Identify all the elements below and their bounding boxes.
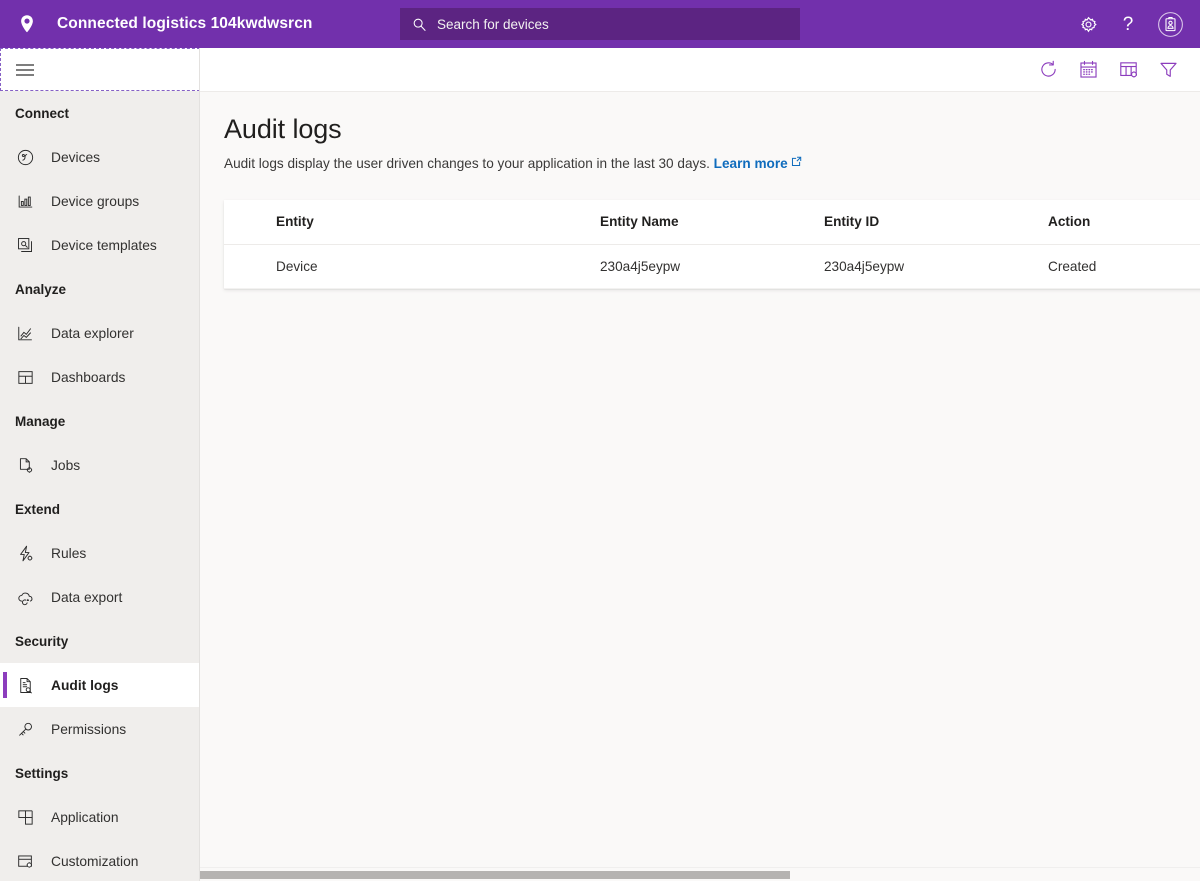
device-templates-icon	[15, 235, 35, 255]
nav-scroll-area: Connect Devices	[0, 91, 199, 881]
user-badge-icon	[1157, 11, 1184, 38]
cell-action: Created	[996, 244, 1200, 288]
sidebar-item-label: Rules	[51, 546, 86, 561]
sidebar-item-label: Data explorer	[51, 326, 134, 341]
settings-button[interactable]	[1068, 0, 1108, 48]
devices-icon	[15, 147, 35, 167]
sidebar-item-permissions[interactable]: Permissions	[0, 707, 199, 751]
column-header-entity-name[interactable]: Entity Name	[548, 200, 772, 244]
sidebar-item-application[interactable]: Application	[0, 795, 199, 839]
sidebar-item-dashboards[interactable]: Dashboards	[0, 355, 199, 399]
sidebar-item-audit-logs[interactable]: Audit logs	[0, 663, 199, 707]
sidebar-item-label: Device groups	[51, 194, 139, 209]
audit-log-icon	[15, 675, 35, 695]
sidebar-item-jobs[interactable]: Jobs	[0, 443, 199, 487]
refresh-icon	[1038, 59, 1059, 80]
search-input[interactable]: Search for devices	[400, 8, 800, 40]
sidebar-item-label: Device templates	[51, 238, 157, 253]
date-range-button[interactable]	[1068, 48, 1108, 92]
horizontal-scrollbar-thumb[interactable]	[200, 871, 790, 879]
customization-gear-icon	[15, 851, 35, 871]
top-header: Connected logistics 104kwdwsrcn Search f…	[0, 0, 1200, 48]
calendar-icon	[1078, 59, 1099, 80]
sidebar-item-label: Application	[51, 810, 119, 825]
nav-group-extend: Extend	[0, 487, 199, 531]
page-title: Audit logs	[200, 92, 1200, 145]
search-icon	[412, 17, 427, 32]
refresh-button[interactable]	[1028, 48, 1068, 92]
sidebar-item-label: Customization	[51, 854, 138, 869]
column-header-entity[interactable]: Entity	[224, 200, 548, 244]
external-link-icon	[791, 155, 802, 170]
sidebar-item-label: Dashboards	[51, 370, 125, 385]
brand-area[interactable]: Connected logistics 104kwdwsrcn	[0, 0, 312, 48]
application-layout-icon	[15, 807, 35, 827]
command-bar	[200, 48, 1200, 92]
sidebar-item-label: Data export	[51, 590, 122, 605]
line-chart-icon	[15, 323, 35, 343]
nav-group-security: Security	[0, 619, 199, 663]
sidebar-item-devices[interactable]: Devices	[0, 135, 199, 179]
help-button[interactable]: ?	[1108, 0, 1148, 48]
app-title: Connected logistics 104kwdwsrcn	[57, 15, 312, 33]
rules-lightning-gear-icon	[15, 543, 35, 563]
column-header-entity-id[interactable]: Entity ID	[772, 200, 996, 244]
column-options-icon	[1118, 59, 1139, 80]
cell-entity-name: 230a4j5eypw	[548, 244, 772, 288]
cell-entity-id: 230a4j5eypw	[772, 244, 996, 288]
sidebar-item-label: Permissions	[51, 722, 126, 737]
learn-more-label: Learn more	[714, 156, 788, 171]
nav-group-connect: Connect	[0, 91, 199, 135]
left-navigation: Connect Devices	[0, 48, 200, 881]
account-button[interactable]	[1148, 0, 1192, 48]
audit-logs-table-container: Entity Entity Name Entity ID Action Devi…	[224, 200, 1200, 289]
question-mark-icon: ?	[1123, 15, 1134, 34]
sidebar-item-data-explorer[interactable]: Data explorer	[0, 311, 199, 355]
filter-button[interactable]	[1148, 48, 1188, 92]
learn-more-link[interactable]: Learn more	[714, 156, 788, 171]
sidebar-item-rules[interactable]: Rules	[0, 531, 199, 575]
page-description-text: Audit logs display the user driven chang…	[224, 156, 710, 171]
table-body: Device 230a4j5eypw 230a4j5eypw Created	[224, 244, 1200, 288]
main-content: Audit logs Audit logs display the user d…	[200, 92, 1200, 881]
cell-entity: Device	[224, 244, 548, 288]
sidebar-item-label: Audit logs	[51, 678, 118, 693]
horizontal-scrollbar[interactable]	[200, 867, 1200, 881]
table-row[interactable]: Device 230a4j5eypw 230a4j5eypw Created	[224, 244, 1200, 288]
cloud-export-icon	[15, 587, 35, 607]
sidebar-item-device-templates[interactable]: Device templates	[0, 223, 199, 267]
location-pin-icon	[16, 13, 38, 35]
nav-group-manage: Manage	[0, 399, 199, 443]
gear-icon	[1079, 15, 1098, 34]
jobs-document-gear-icon	[15, 455, 35, 475]
key-icon	[15, 719, 35, 739]
column-options-button[interactable]	[1108, 48, 1148, 92]
device-groups-icon	[15, 191, 35, 211]
header-actions: ?	[1068, 0, 1192, 48]
column-header-action[interactable]: Action	[996, 200, 1200, 244]
dashboard-grid-icon	[15, 367, 35, 387]
filter-icon	[1158, 59, 1179, 80]
hamburger-icon	[15, 63, 35, 77]
page-description: Audit logs display the user driven chang…	[200, 145, 1200, 171]
nav-group-settings: Settings	[0, 751, 199, 795]
table-header: Entity Entity Name Entity ID Action	[224, 200, 1200, 244]
sidebar-item-data-export[interactable]: Data export	[0, 575, 199, 619]
app-root: Connected logistics 104kwdwsrcn Search f…	[0, 0, 1200, 881]
audit-logs-table: Entity Entity Name Entity ID Action Devi…	[224, 200, 1200, 289]
menu-toggle-button[interactable]	[0, 48, 200, 91]
sidebar-item-label: Jobs	[51, 458, 80, 473]
nav-group-analyze: Analyze	[0, 267, 199, 311]
sidebar-item-label: Devices	[51, 150, 100, 165]
search-placeholder: Search for devices	[437, 17, 549, 32]
sidebar-item-customization[interactable]: Customization	[0, 839, 199, 881]
table-header-row: Entity Entity Name Entity ID Action	[224, 200, 1200, 244]
sidebar-item-device-groups[interactable]: Device groups	[0, 179, 199, 223]
